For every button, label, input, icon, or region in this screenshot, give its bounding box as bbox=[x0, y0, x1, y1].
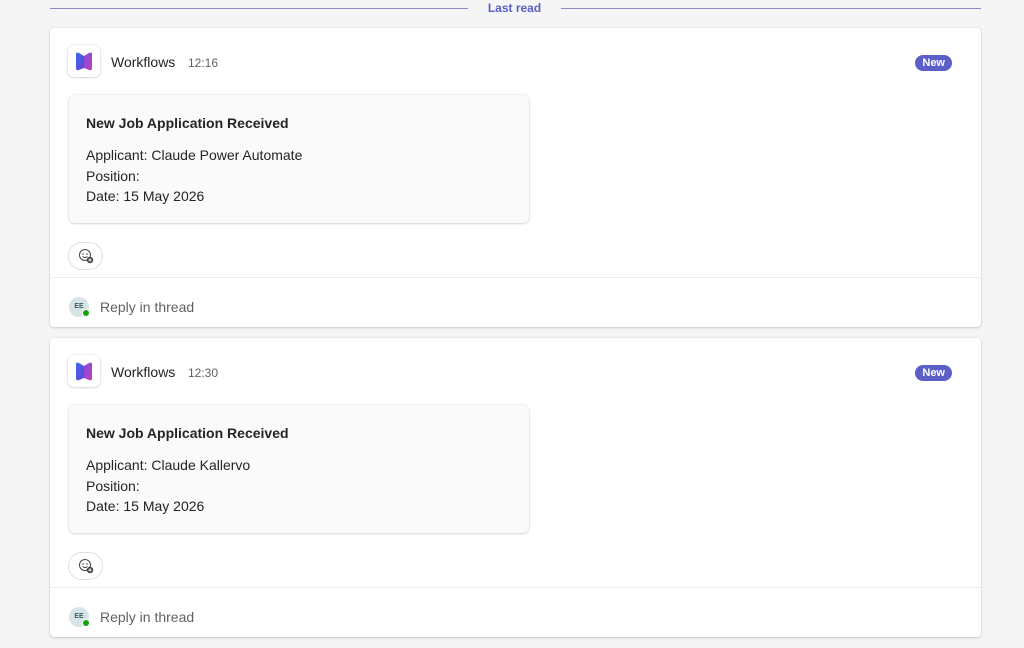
add-reaction-icon bbox=[78, 559, 93, 574]
presence-status-icon bbox=[82, 309, 90, 317]
card-date: Date: 15 May 2026 bbox=[86, 188, 205, 204]
message-post[interactable]: Workflows 12:30 New New Job Application … bbox=[50, 338, 981, 637]
message-post[interactable]: Workflows 12:16 New New Job Application … bbox=[50, 28, 981, 327]
divider-line-left bbox=[50, 8, 468, 9]
last-read-label: Last read bbox=[487, 1, 542, 15]
last-read-divider: Last read bbox=[50, 0, 981, 18]
sender-name[interactable]: Workflows bbox=[111, 364, 175, 380]
sender-name[interactable]: Workflows bbox=[111, 54, 175, 70]
new-badge: New bbox=[915, 55, 952, 71]
reply-in-thread-bar[interactable]: EE Reply in thread bbox=[50, 277, 981, 327]
workflows-icon[interactable] bbox=[68, 45, 100, 77]
card-date: Date: 15 May 2026 bbox=[86, 498, 205, 514]
add-reaction-button[interactable] bbox=[68, 552, 103, 580]
card-position: Position: bbox=[86, 167, 140, 184]
card-title: New Job Application Received bbox=[86, 425, 289, 441]
divider-line-right bbox=[561, 8, 981, 9]
add-reaction-button[interactable] bbox=[68, 242, 103, 270]
add-reaction-icon bbox=[78, 249, 93, 264]
message-timestamp: 12:30 bbox=[188, 366, 219, 380]
reply-in-thread-button[interactable]: Reply in thread bbox=[100, 609, 194, 625]
reply-in-thread-button[interactable]: Reply in thread bbox=[100, 299, 194, 315]
message-timestamp: 12:16 bbox=[188, 56, 219, 70]
adaptive-card: New Job Application Received Applicant: … bbox=[69, 95, 529, 223]
adaptive-card: New Job Application Received Applicant: … bbox=[69, 405, 529, 533]
card-title: New Job Application Received bbox=[86, 115, 289, 131]
card-position: Position: bbox=[86, 477, 140, 494]
reply-in-thread-bar[interactable]: EE Reply in thread bbox=[50, 587, 981, 637]
presence-status-icon bbox=[82, 619, 90, 627]
new-badge: New bbox=[915, 365, 952, 381]
workflows-icon[interactable] bbox=[68, 355, 100, 387]
card-applicant: Applicant: Claude Power Automate bbox=[86, 147, 303, 163]
card-applicant: Applicant: Claude Kallervo bbox=[86, 457, 251, 473]
